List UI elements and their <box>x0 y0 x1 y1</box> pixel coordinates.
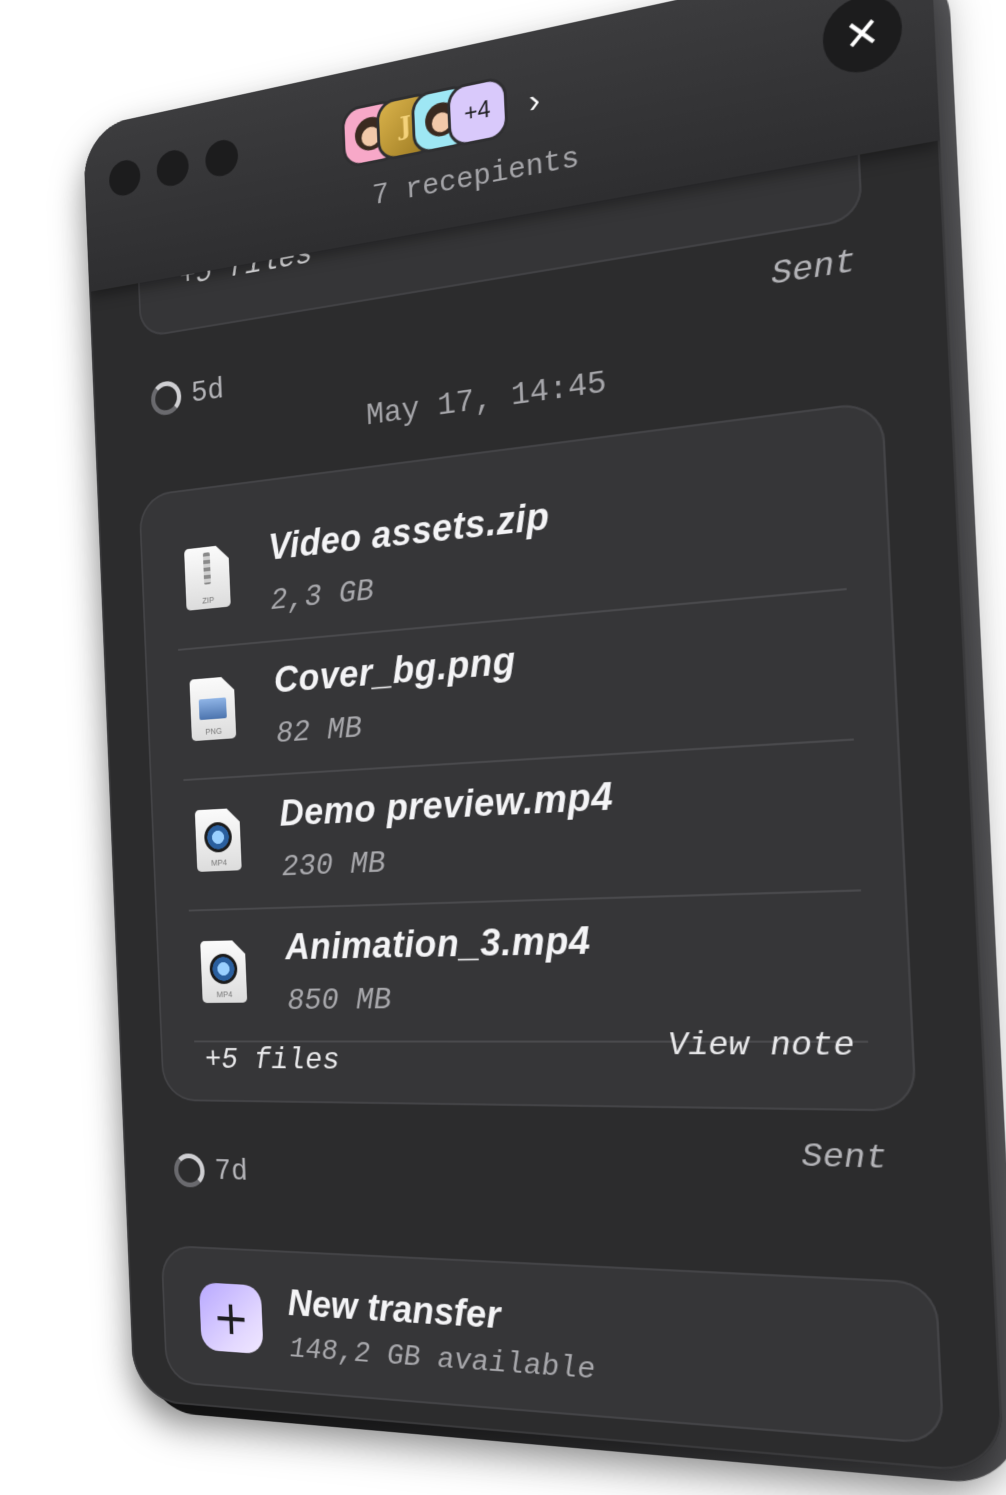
transfer-window: J +4 › 7 recepients ✕ +5 files View note… <box>82 0 1005 1475</box>
status-label: Sent <box>800 1136 889 1179</box>
expiry-timer: 5d <box>150 371 225 417</box>
new-transfer-title: New transfer <box>286 1283 502 1338</box>
file-size: 230 MB <box>281 845 387 885</box>
close-icon: ✕ <box>843 6 882 62</box>
file-type-label: ZIP <box>202 594 215 606</box>
quicktime-glyph <box>209 954 238 985</box>
file-row[interactable]: MP4 Animation_3.mp4 850 MB <box>188 889 869 1043</box>
plus-icon: + <box>198 1282 264 1355</box>
more-files-link[interactable]: +5 files <box>204 1042 340 1078</box>
stage: J +4 › 7 recepients ✕ +5 files View note… <box>0 0 1006 1495</box>
file-size: 82 MB <box>275 710 363 752</box>
file-size: 850 MB <box>286 981 393 1019</box>
png-file-icon: PNG <box>189 676 236 741</box>
timer-ring-icon <box>150 378 182 417</box>
status-label: Sent <box>770 241 857 295</box>
expiry-text: 5d <box>190 371 225 412</box>
expiry-text: 7d <box>213 1153 249 1190</box>
close-button[interactable]: ✕ <box>821 0 904 80</box>
file-type-label: PNG <box>205 725 223 737</box>
window-control-dot[interactable] <box>204 137 239 180</box>
file-type-label: MP4 <box>216 989 233 1000</box>
file-size: 2,3 GB <box>269 572 375 619</box>
expiry-timer: 7d <box>173 1152 248 1189</box>
file-name: Demo preview.mp4 <box>278 775 615 835</box>
mp4-file-icon: MP4 <box>195 808 242 872</box>
mp4-file-icon: MP4 <box>200 940 247 1003</box>
zip-file-icon: ZIP <box>184 544 231 610</box>
timer-ring-icon <box>173 1152 206 1188</box>
chevron-right-icon[interactable]: › <box>528 80 541 121</box>
file-name: Cover_bg.png <box>273 640 517 702</box>
image-preview-glyph <box>199 697 227 720</box>
file-type-label: MP4 <box>210 857 228 868</box>
transfer-card[interactable]: ZIP Video assets.zip 2,3 GB PNG Cover_bg… <box>138 400 918 1112</box>
file-name: Animation_3.mp4 <box>284 920 592 968</box>
storage-available: 148,2 GB available <box>288 1333 597 1389</box>
window-control-dot[interactable] <box>108 157 141 199</box>
zipper-glyph <box>203 552 211 585</box>
window-control-dot[interactable] <box>156 147 190 189</box>
avatar-initial: J <box>399 110 412 143</box>
window-content: J +4 › 7 recepients ✕ +5 files View note… <box>82 0 1005 1474</box>
quicktime-glyph <box>204 822 233 853</box>
file-name: Video assets.zip <box>267 495 551 569</box>
transfer-window-device: J +4 › 7 recepients ✕ +5 files View note… <box>82 0 1006 1488</box>
view-note-link[interactable]: View note <box>667 1026 856 1066</box>
recipient-avatars[interactable]: J +4 <box>341 72 522 170</box>
